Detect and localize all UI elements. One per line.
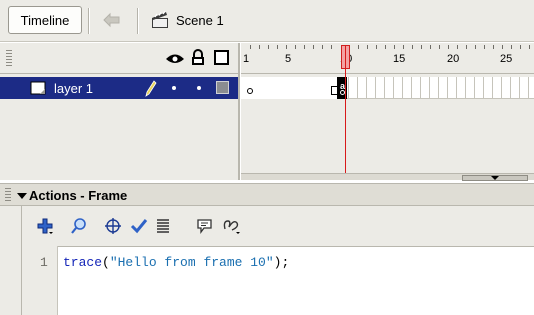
timeline-panel: layer 1 1 5 15 20 25 a [0,43,534,181]
timeline-tab-label: Timeline [20,12,70,28]
layer-page-icon [30,81,46,95]
ruler-tick [295,45,296,49]
ruler-tick [439,45,440,49]
target-path-icon[interactable] [104,217,122,235]
actions-panel-title: Actions - Frame [29,188,128,203]
panel-grip[interactable] [6,50,12,66]
toolbar-divider [88,8,90,34]
actions-left-gutter [0,206,22,315]
ruler-tick [322,45,323,49]
ruler-tick [385,45,386,49]
ruler-tick [376,45,377,49]
ruler-label: 25 [500,53,513,65]
ruler-tick [448,45,449,49]
code-string: "Hello from frame 10" [109,255,274,270]
ruler-tick [475,45,476,49]
outline-toggle-icon[interactable] [214,50,229,65]
ruler-tick [457,45,458,49]
ruler-tick [286,45,287,49]
layer-outline-color[interactable] [216,81,229,94]
actions-panel-grip[interactable] [5,188,11,203]
layer-row[interactable]: layer 1 [0,77,240,99]
scene-label[interactable]: Scene 1 [176,13,224,28]
check-syntax-icon[interactable] [130,217,148,235]
playhead-line [345,45,346,178]
add-statement-icon[interactable] [36,217,54,235]
code-function: trace [63,255,103,270]
frame-span[interactable] [241,77,338,99]
ruler-tick [484,45,485,49]
ruler-tick [412,45,413,49]
code-line[interactable]: trace("Hello from frame 10"); [63,255,289,270]
timeline-tab-button[interactable]: Timeline [8,6,82,34]
code-hint-icon[interactable] [196,217,214,235]
visibility-dot[interactable] [172,86,176,90]
ruler-tick [367,45,368,49]
code-close: ); [273,255,290,270]
ruler-tick [277,45,278,49]
scroll-down-arrow-icon[interactable] [491,176,499,180]
frame-ruler[interactable]: 1 5 10 15 20 25 [241,43,534,74]
ruler-tick [394,45,395,49]
ruler-tick [268,45,269,49]
lock-icon[interactable] [191,49,205,66]
empty-keyframe-1[interactable] [247,88,253,94]
line-number: 1 [40,255,48,270]
back-arrow-icon[interactable] [103,12,121,28]
ruler-label: 1 [243,53,250,65]
span-end-frame[interactable] [331,86,338,95]
toolbar-divider-2 [137,8,139,34]
scene-clapper-icon [152,11,168,28]
ruler-tick [403,45,404,49]
layer-list-empty-area [0,100,240,180]
code-open-paren: ( [102,255,110,270]
ruler-label: 5 [285,53,292,65]
timeline-toolbar: Timeline Scene 1 [0,0,534,42]
ruler-tick [250,45,251,49]
lock-dot[interactable] [197,86,201,90]
actions-panel-header[interactable]: Actions - Frame [0,183,534,206]
ruler-tick [493,45,494,49]
ruler-tick [520,45,521,49]
eye-icon[interactable] [165,52,185,65]
ruler-tick [259,45,260,49]
layer-name[interactable]: layer 1 [54,81,93,96]
ruler-tick [358,45,359,49]
collapse-arrow-icon[interactable] [17,193,27,199]
reference-icon[interactable] [222,217,240,235]
ruler-tick [502,45,503,49]
ruler-label: 20 [447,53,460,65]
ruler-tick [529,45,530,49]
layer-header [0,43,240,74]
ruler-label: 15 [393,53,406,65]
ruler-tick [466,45,467,49]
find-icon[interactable] [70,217,88,235]
ruler-tick [511,45,512,49]
ruler-tick [430,45,431,49]
ruler-tick [421,45,422,49]
auto-format-icon[interactable] [154,217,172,235]
pencil-icon [145,80,157,97]
ruler-tick [331,45,332,49]
ruler-tick [313,45,314,49]
ruler-tick [304,45,305,49]
